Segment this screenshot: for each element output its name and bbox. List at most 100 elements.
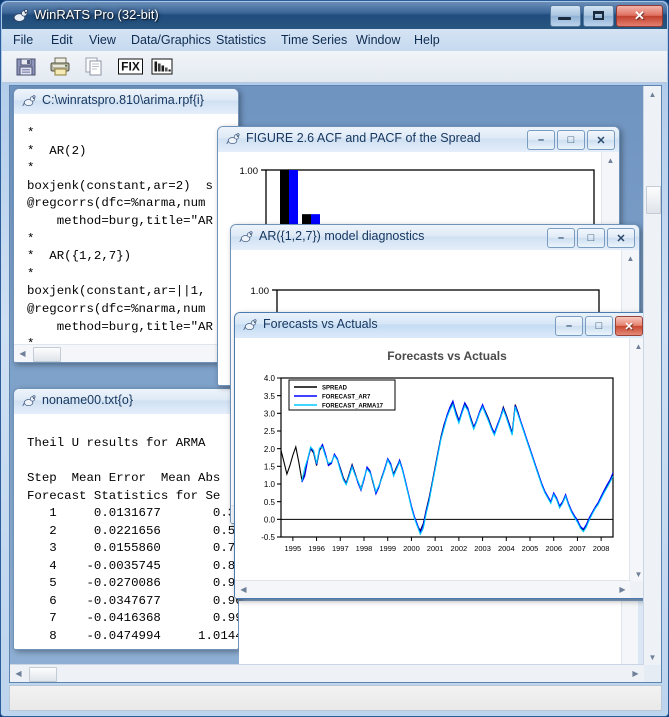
status-bar [9,685,662,711]
application-window: WinRATS Pro (32-bit) ✕ File Edit View Da… [0,0,669,717]
graph-icon [150,55,174,78]
scroll-up-icon[interactable]: ▲ [622,250,639,266]
save-icon [14,55,38,78]
svg-text:2004: 2004 [498,544,515,553]
rats-doc-icon [239,229,254,244]
close-icon: ✕ [588,131,614,149]
forecasts-window-controls: – □ ✕ [555,316,643,336]
svg-text:2.5: 2.5 [264,427,276,436]
print-icon [48,55,72,78]
svg-text:1995: 1995 [285,544,302,553]
mdi-hscrollbar[interactable]: ◀ ▶ [10,664,644,682]
editor-window[interactable]: C:\winratspro.810\arima.rpf{i} * * AR(2)… [13,88,239,363]
scroll-left-icon[interactable]: ◀ [14,345,31,361]
svg-text:0.0: 0.0 [264,516,276,525]
output-title: noname00.txt{o} [42,393,133,407]
mdi-vscroll-thumb[interactable] [646,186,661,214]
svg-text:FIX: FIX [121,60,140,74]
svg-text:2000: 2000 [403,544,420,553]
copy-icon [82,55,106,78]
diagnostics-close-button[interactable]: ✕ [607,228,635,248]
svg-text:2.0: 2.0 [264,445,276,454]
rats-doc-icon [22,393,37,408]
menu-bar: File Edit View Data/Graphics Statistics … [2,29,667,52]
graph-button[interactable] [150,55,174,78]
menu-item-help[interactable]: Help [409,32,445,48]
svg-text:2002: 2002 [451,544,468,553]
acf-close-button[interactable]: ✕ [587,130,615,150]
menu-item-file[interactable]: File [8,32,38,48]
print-button[interactable] [48,55,72,78]
mdi-client-area: C:\winratspro.810\arima.rpf{i} * * AR(2)… [9,85,662,683]
rats-app-icon [12,7,29,24]
scroll-left-icon[interactable]: ◀ [10,665,27,681]
menu-item-edit[interactable]: Edit [46,32,78,48]
minimize-icon: – [556,317,582,335]
forecasts-maximize-button[interactable]: □ [585,316,613,336]
minimize-button[interactable] [550,5,581,27]
save-button[interactable] [14,55,38,78]
diagnostics-titlebar: AR({1,2,7}) model diagnostics – □ ✕ [231,225,639,251]
svg-text:2007: 2007 [569,544,586,553]
acf-title: FIGURE 2.6 ACF and PACF of the Spread [246,131,481,145]
diagnostics-title: AR({1,2,7}) model diagnostics [259,229,424,243]
app-title: WinRATS Pro (32-bit) [34,7,159,22]
editor-code: * * AR(2) * boxjenk(constant,ar=2) s @re… [19,117,238,345]
svg-text:4.0: 4.0 [264,374,276,383]
svg-text:Forecasts vs Actuals: Forecasts vs Actuals [387,349,507,363]
svg-text:1.00: 1.00 [251,286,270,297]
svg-text:2001: 2001 [427,544,444,553]
close-icon: ✕ [608,229,634,247]
forecasts-window[interactable]: Forecasts vs Actuals – □ ✕ Forecasts vs … [234,312,648,599]
output-window[interactable]: noname00.txt{o} Theil U results for ARMA… [13,388,239,650]
svg-text:1.5: 1.5 [264,463,276,472]
forecasts-titlebar: Forecasts vs Actuals – □ ✕ [235,313,647,339]
svg-text:FORECAST_ARMA17: FORECAST_ARMA17 [322,404,384,410]
diagnostics-maximize-button[interactable]: □ [577,228,605,248]
mdi-vscrollbar[interactable]: ▲ ▼ [643,86,661,665]
scroll-left-icon[interactable]: ◀ [235,581,252,597]
forecasts-close-button[interactable]: ✕ [615,316,643,336]
forecasts-minimize-button[interactable]: – [555,316,583,336]
menu-item-time-series[interactable]: Time Series [276,32,352,48]
editor-body: * * AR(2) * boxjenk(constant,ar=2) s @re… [14,114,238,362]
scroll-right-icon[interactable]: ▶ [614,581,631,597]
scroll-up-icon[interactable]: ▲ [644,86,661,102]
mdi-hscroll-thumb[interactable] [29,667,57,682]
maximize-button[interactable] [583,5,614,27]
acf-titlebar: FIGURE 2.6 ACF and PACF of the Spread – … [218,127,619,153]
menu-item-statistics[interactable]: Statistics [211,32,271,48]
menu-item-view[interactable]: View [84,32,121,48]
window-titlebar: WinRATS Pro (32-bit) ✕ [2,2,667,29]
close-icon: ✕ [616,317,642,335]
scroll-up-icon[interactable]: ▲ [602,152,619,168]
scroll-right-icon[interactable]: ▶ [627,665,644,681]
svg-text:1.0: 1.0 [264,480,276,489]
menu-item-window[interactable]: Window [351,32,405,48]
output-text: Theil U results for ARMA Step Mean Error… [19,417,238,649]
editor-text-area[interactable]: * * AR(2) * boxjenk(constant,ar=2) s @re… [19,117,238,345]
scroll-down-icon[interactable]: ▼ [644,649,661,665]
output-titlebar: noname00.txt{o} [14,389,238,415]
acf-minimize-button[interactable]: – [527,130,555,150]
svg-text:3.0: 3.0 [264,410,276,419]
forecasts-hscrollbar[interactable]: ◀ ▶ [235,580,631,598]
diagnostics-minimize-button[interactable]: – [547,228,575,248]
maximize-icon: □ [586,317,612,335]
close-button[interactable]: ✕ [616,5,663,27]
rats-doc-icon [243,317,258,332]
acf-maximize-button[interactable]: □ [557,130,585,150]
forecasts-chart-canvas: Forecasts vs Actuals4.03.53.02.52.01.51.… [235,338,630,581]
editor-title: C:\winratspro.810\arima.rpf{i} [42,93,204,107]
rats-doc-icon [22,93,37,108]
window-controls: ✕ [550,5,663,26]
menu-item-data-graphics[interactable]: Data/Graphics [126,32,216,48]
output-text-area[interactable]: Theil U results for ARMA Step Mean Error… [19,417,238,649]
fix-button[interactable]: FIX [117,55,141,78]
editor-hscroll-thumb[interactable] [33,347,61,362]
copy-button[interactable] [82,55,106,78]
editor-hscrollbar[interactable]: ◀ [14,344,238,362]
forecasts-vs-actuals-chart: Forecasts vs Actuals4.03.53.02.52.01.51.… [235,338,632,583]
svg-text:1996: 1996 [308,544,325,553]
svg-text:FORECAST_AR7: FORECAST_AR7 [322,395,371,401]
